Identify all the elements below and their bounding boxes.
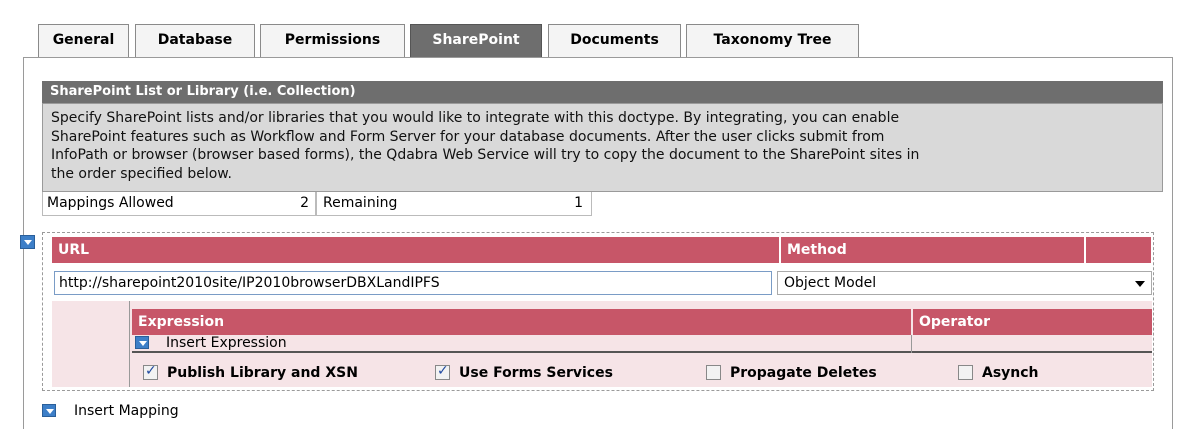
asynch-label: Asynch	[982, 365, 1039, 381]
remaining-cell: Remaining 1	[316, 192, 592, 216]
insert-mapping-icon[interactable]	[42, 404, 56, 417]
use-forms-services-checkbox[interactable]	[435, 363, 450, 380]
description-line: the order specified below.	[51, 165, 232, 182]
mappings-allowed-cell: Mappings Allowed 2	[42, 192, 316, 216]
tab-database[interactable]: Database	[135, 24, 255, 57]
chevron-down-icon	[1135, 281, 1145, 287]
insert-expression-icon[interactable]	[135, 336, 149, 349]
description-line: SharePoint features such as Workflow and…	[51, 128, 885, 145]
use-forms-services-label: Use Forms Services	[459, 365, 613, 381]
insert-mapping-link[interactable]: Insert Mapping	[74, 402, 179, 420]
mappings-allowed-value: 2	[300, 195, 309, 211]
tab-general[interactable]: General	[38, 24, 129, 57]
mappings-allowed-label: Mappings Allowed	[47, 195, 174, 211]
propagate-deletes-label: Propagate Deletes	[730, 365, 877, 381]
description-line: Specify SharePoint lists and/or librarie…	[51, 110, 900, 126]
asynch-checkbox[interactable]	[958, 365, 973, 380]
expression-indent	[52, 301, 130, 387]
remaining-value: 1	[574, 195, 583, 211]
tab-taxonomy-tree[interactable]: Taxonomy Tree	[686, 24, 859, 57]
operator-header: Operator	[913, 309, 1152, 335]
method-select[interactable]: Object Model	[777, 271, 1152, 295]
description-line: InfoPath or browser (browser based forms…	[51, 147, 920, 163]
tab-documents[interactable]: Documents	[548, 24, 681, 57]
section-description: Specify SharePoint lists and/or librarie…	[42, 103, 1163, 192]
url-header: URL	[52, 237, 779, 263]
expression-header: Expression	[132, 309, 911, 335]
method-header: Method	[781, 237, 1084, 263]
expression-divider	[911, 335, 912, 353]
publish-library-checkbox[interactable]	[143, 363, 158, 380]
publish-library-label: Publish Library and XSN	[167, 365, 358, 381]
collapse-mapping-icon[interactable]	[20, 235, 35, 249]
method-select-value: Object Model	[784, 275, 877, 291]
tab-sharepoint[interactable]: SharePoint	[410, 24, 542, 57]
header-spacer	[1086, 237, 1151, 263]
remaining-label: Remaining	[323, 195, 398, 211]
tab-permissions[interactable]: Permissions	[260, 24, 405, 57]
propagate-deletes-checkbox[interactable]	[706, 365, 721, 380]
insert-expression-link[interactable]: Insert Expression	[166, 334, 287, 352]
url-input[interactable]: http://sharepoint2010site/IP2010browserD…	[54, 271, 772, 295]
section-title: SharePoint List or Library (i.e. Collect…	[42, 81, 1163, 103]
